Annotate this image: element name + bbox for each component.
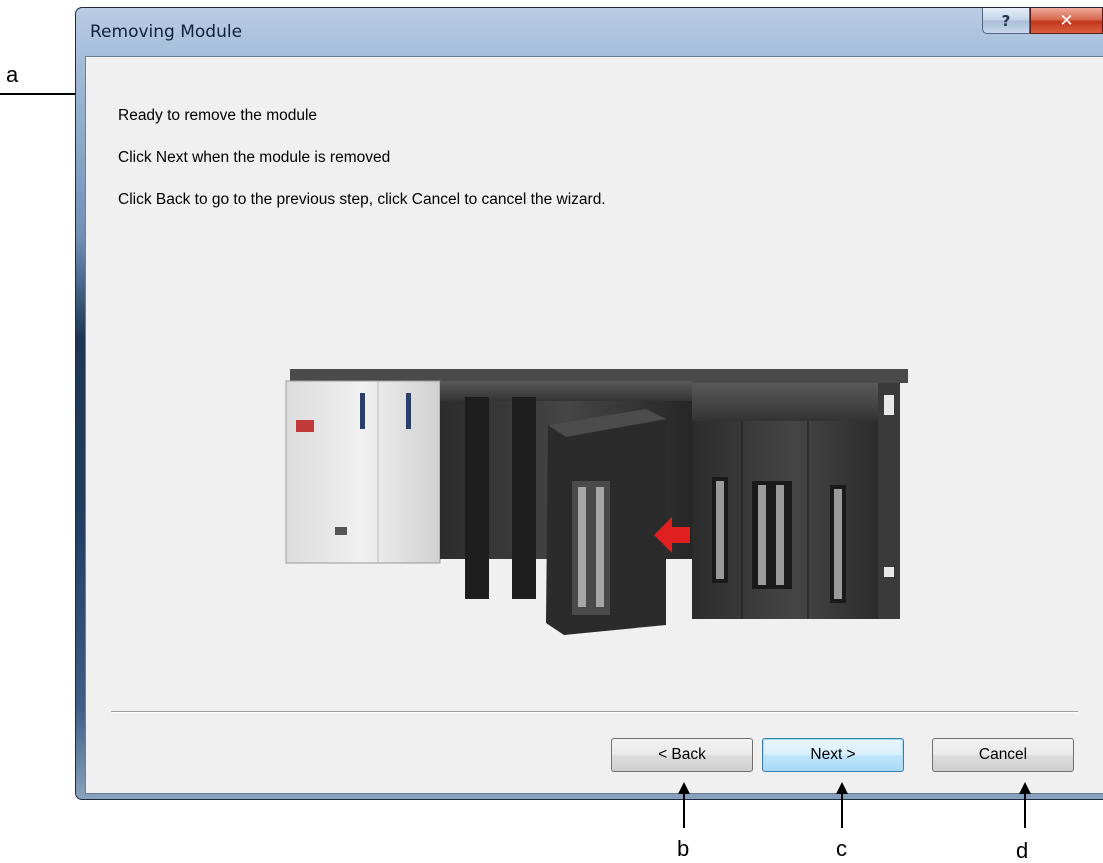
plc-module-removal-illustration xyxy=(285,369,908,635)
callout-arrow-d xyxy=(1024,792,1026,828)
button-separator xyxy=(111,711,1078,713)
dialog-client-area: Ready to remove the module Click Next wh… xyxy=(85,56,1103,794)
dialog-title: Removing Module xyxy=(90,22,243,42)
title-bar[interactable]: Removing Module ? ✕ xyxy=(76,8,1103,56)
instruction-next: Click Next when the module is removed xyxy=(118,149,391,166)
instruction-back-cancel: Click Back to go to the previous step, c… xyxy=(118,191,606,208)
status-message: Ready to remove the module xyxy=(118,107,318,124)
help-button[interactable]: ? xyxy=(982,8,1030,34)
removed-module-terminal xyxy=(572,481,610,615)
next-button[interactable]: Next > xyxy=(762,738,904,772)
right-module-top xyxy=(692,383,898,421)
callout-label-b: b xyxy=(677,836,690,861)
back-button[interactable]: < Back xyxy=(611,738,753,772)
rack-clip-top xyxy=(884,395,894,415)
callout-label-d: d xyxy=(1016,838,1029,863)
module-red-label xyxy=(296,420,314,432)
close-icon: ✕ xyxy=(1059,10,1074,31)
callout-arrow-c xyxy=(841,792,843,828)
callout-arrow-b xyxy=(683,792,685,828)
rack-clip-bottom xyxy=(884,567,894,577)
maker-logo xyxy=(335,527,347,535)
cancel-button[interactable]: Cancel xyxy=(932,738,1074,772)
io-slot-2 xyxy=(512,397,536,599)
close-button[interactable]: ✕ xyxy=(1030,8,1103,34)
help-icon: ? xyxy=(1001,11,1011,30)
screenshot-canvas: a Removing Module ? ✕ Ready to remove th… xyxy=(0,0,1103,863)
led-strip-1 xyxy=(360,393,365,429)
io-slot-1 xyxy=(465,397,489,599)
removing-module-dialog: Removing Module ? ✕ Ready to remove the … xyxy=(75,7,1103,800)
led-strip-2 xyxy=(406,393,411,429)
callout-label-a: a xyxy=(6,62,19,87)
callout-label-c: c xyxy=(836,836,847,861)
rack-end-plate xyxy=(878,383,900,619)
caption-buttons: ? ✕ xyxy=(982,8,1103,34)
